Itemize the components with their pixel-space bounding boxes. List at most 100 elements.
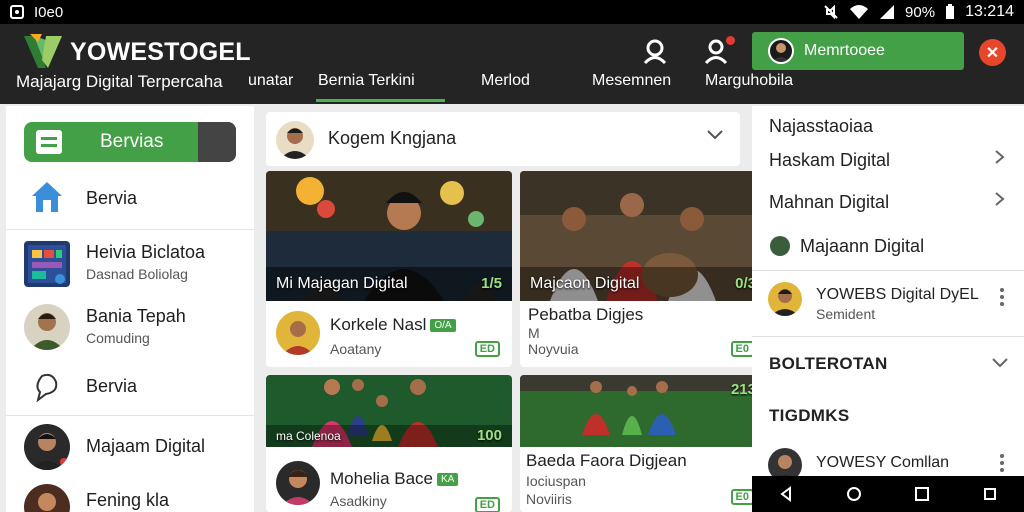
card-extra: Iociuspan <box>526 473 586 489</box>
status-bar: I0e0 90% 13:214 <box>0 0 1024 24</box>
button-dropdown[interactable] <box>198 122 236 162</box>
card-subtitle: Noyvuia <box>528 341 579 357</box>
sidebar-item-4[interactable]: Bervia <box>6 368 254 414</box>
news-caption: Mi Majagan Digital <box>276 275 408 292</box>
app-header: YOWESTOGEL Majajarg Digital Terpercaha u… <box>0 24 1024 104</box>
card-subtitle: Asadkiny <box>330 493 387 509</box>
sidebar-item-3[interactable]: Bania Tepah Comuding <box>6 302 254 362</box>
card-pill[interactable]: E0 <box>730 341 754 357</box>
profile-subtitle: Semident <box>816 306 876 322</box>
user-icon[interactable] <box>642 38 668 64</box>
card-pill[interactable]: ED <box>474 341 500 357</box>
chevron-down-icon[interactable] <box>992 356 1008 370</box>
panel-link[interactable]: Haskam Digital <box>769 150 890 171</box>
news-card[interactable]: ma Colenoa 100 Mohelia Bace KA Asadkiny E… <box>266 375 512 512</box>
sidebar-primary-button[interactable]: Bervias <box>24 122 236 162</box>
sidebar-item-label: Bervia <box>86 376 138 396</box>
sidebar-item-title: Bania Tepah <box>86 306 186 326</box>
member-label: Memrtooee <box>804 42 885 59</box>
chevron-right-icon[interactable] <box>994 192 1006 206</box>
news-card[interactable]: Mi Majagan Digital 1/5 Korkele Nasl O/A A… <box>266 171 512 367</box>
card-extra: M <box>528 325 540 341</box>
more-icon[interactable] <box>1000 454 1004 475</box>
close-button[interactable]: ✕ <box>979 39 1006 66</box>
card-title: Pebatba Digjes <box>528 305 644 324</box>
news-card[interactable]: Majcaon Digital 0/3 Pebatba Digjes M Noy… <box>520 171 766 367</box>
sidebar: Bervias Bervia Heivia Biclatoa Dasnad Bo… <box>6 106 254 512</box>
nav-tab-1[interactable]: unatar <box>248 72 293 90</box>
sidebar-item-subtitle: Dasnad Boliolag <box>86 266 188 282</box>
home-icon <box>32 182 62 212</box>
news-count: 100 <box>476 427 502 444</box>
profile-name[interactable]: YOWEBS Digital DyEL <box>816 286 979 304</box>
wifi-icon <box>850 5 869 19</box>
chevron-down-icon[interactable] <box>706 126 724 144</box>
divider <box>752 336 1024 337</box>
feed-header[interactable]: Kogem Kngjana <box>266 112 740 166</box>
panel-link[interactable]: Mahnan Digital <box>769 192 889 213</box>
tagline: Majajarg Digital Terpercaha <box>16 72 223 91</box>
author-name: Kogem Kngjana <box>328 128 457 148</box>
app-notification-icon <box>10 5 24 19</box>
battery-percent: 90% <box>905 3 936 21</box>
battery-icon <box>946 4 955 19</box>
list-item-name[interactable]: YOWESY Comllan <box>816 454 949 472</box>
section-heading: TIGDMKS <box>769 406 850 425</box>
sidebar-button-label: Bervias <box>100 131 164 152</box>
sidebar-item-5[interactable]: Majaam Digital <box>6 422 254 478</box>
digital-icon <box>770 236 790 256</box>
tag-badge: KA <box>437 473 459 487</box>
card-subtitle: Aoatany <box>330 341 382 357</box>
divider <box>752 270 1024 271</box>
nav-tab-5[interactable]: Marguhobila <box>705 72 793 90</box>
panel-title: Najasstaoiaa <box>769 116 874 136</box>
brand-logo[interactable]: YOWESTOGEL <box>22 32 251 72</box>
sidebar-item-label: Fening kla <box>86 490 170 510</box>
avatar <box>24 484 70 512</box>
card-pill[interactable]: E0 <box>730 489 754 505</box>
back-icon[interactable] <box>778 486 794 502</box>
clock: 13:214 <box>965 3 1014 20</box>
overview-icon[interactable] <box>982 486 998 502</box>
sidebar-item-subtitle: Comuding <box>86 330 150 346</box>
signal-icon <box>880 5 895 19</box>
nav-tab-3[interactable]: Merlod <box>481 72 530 90</box>
card-pill[interactable]: ED <box>474 497 500 512</box>
avatar <box>276 461 320 505</box>
chat-icon <box>36 373 58 402</box>
avatar <box>24 304 70 350</box>
news-caption: ma Colenoa <box>276 429 341 443</box>
sidebar-item-title: Heivia Biclatoa <box>86 242 206 262</box>
news-count: 1/5 <box>481 275 502 292</box>
nav-tab-news[interactable]: Bernia Terkini <box>316 72 445 102</box>
section-heading: BOLTEROTAN <box>769 354 888 373</box>
chevron-right-icon[interactable] <box>994 150 1006 164</box>
sidebar-item-label: Majaam Digital <box>86 436 206 456</box>
mute-icon <box>824 4 838 20</box>
news-caption: Majcaon Digital <box>530 275 640 292</box>
author-avatar <box>276 121 314 159</box>
more-icon[interactable] <box>1000 288 1004 309</box>
sidebar-item-6[interactable]: Fening kla <box>6 482 254 512</box>
tag-badge: O/A <box>430 319 456 333</box>
divider <box>6 229 254 230</box>
sidebar-item-home[interactable]: Bervia <box>6 176 254 232</box>
member-avatar <box>768 38 794 64</box>
avatar <box>768 282 802 316</box>
sidebar-item-label: Bervia <box>86 188 138 208</box>
status-app-label: I0e0 <box>34 3 64 21</box>
recents-icon[interactable] <box>914 486 930 502</box>
card-title: Baeda Faora Digjean <box>526 451 687 470</box>
home-nav-icon[interactable] <box>846 486 862 502</box>
sidebar-item-2[interactable]: Heivia Biclatoa Dasnad Boliolag <box>6 238 254 298</box>
app-thumbnail <box>24 241 70 287</box>
member-button[interactable]: Memrtooee <box>752 32 964 70</box>
avatar <box>24 424 70 470</box>
system-nav-bar <box>752 476 1024 512</box>
divider <box>6 415 254 416</box>
notification-dot <box>726 36 735 45</box>
panel-link[interactable]: Majaann Digital <box>800 236 924 257</box>
nav-tab-4[interactable]: Mesemnen <box>592 72 671 90</box>
brand-name: YOWESTOGEL <box>70 37 251 66</box>
news-card[interactable]: 213 Baeda Faora Digjean Iociuspan Noviir… <box>520 375 766 512</box>
